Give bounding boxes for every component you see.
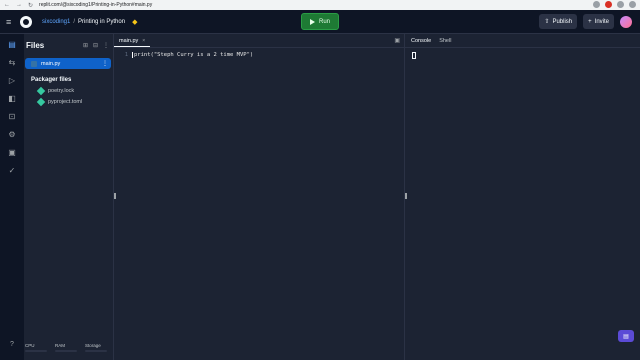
package-file-icon — [36, 97, 46, 107]
files-actions: ⊞ ⊟ ⋮ — [83, 42, 109, 49]
split-pane-icon[interactable]: ▣ — [394, 37, 400, 44]
new-folder-icon[interactable]: ⊟ — [93, 42, 98, 49]
check-icon[interactable]: ✓ — [7, 166, 17, 176]
cpu-bar — [25, 350, 47, 352]
reload-icon[interactable]: ↻ — [28, 2, 33, 9]
help-icon[interactable]: ? — [10, 341, 14, 348]
files-icon[interactable]: ▤ — [7, 40, 17, 50]
file-name: pyproject.toml — [48, 99, 83, 105]
resource-usage[interactable]: CPU RAM Storage ^ — [25, 343, 118, 352]
cpu-meter: CPU — [25, 343, 47, 352]
extension-icon[interactable] — [593, 1, 600, 8]
packages-icon[interactable]: ◧ — [7, 94, 17, 104]
console-cursor[interactable] — [412, 52, 416, 59]
python-icon: ◆ — [132, 18, 138, 26]
resize-handle[interactable] — [114, 193, 116, 199]
play-icon — [309, 18, 315, 25]
files-panel: Files ⊞ ⊟ ⋮ main.py ⋮ Packager files poe… — [24, 34, 118, 360]
avatar[interactable] — [620, 15, 632, 28]
extension-icon[interactable] — [617, 1, 624, 8]
publish-icon: ⇧ — [544, 19, 550, 25]
cpu-label: CPU — [25, 343, 35, 348]
settings-icon[interactable]: ⚙ — [7, 130, 17, 140]
workspace-header: ≡ sixcoding1 / Printing in Python ◆ Run … — [0, 10, 640, 34]
header-actions: ⇧ Publish + Invite — [539, 14, 632, 29]
file-item-poetry-lock[interactable]: poetry.lock — [24, 86, 113, 96]
project-title[interactable]: Printing in Python — [78, 19, 125, 25]
code-area[interactable]: 1 print("Steph Curry is a 2 time MVP") — [114, 48, 404, 58]
files-header: Files ⊞ ⊟ ⋮ — [24, 34, 113, 56]
tool-rail: ▤ ⇆ ▷ ◧ ⊡ ⚙ ▣ ✓ ? — [0, 34, 24, 360]
close-icon[interactable]: × — [142, 38, 145, 44]
storage-meter: Storage — [85, 343, 107, 352]
file-name: main.py — [41, 60, 61, 67]
ram-meter: RAM — [55, 343, 77, 352]
invite-button[interactable]: + Invite — [583, 14, 614, 29]
more-icon[interactable]: ⋮ — [103, 42, 109, 49]
file-item-main-py[interactable]: main.py ⋮ — [25, 58, 111, 69]
extension-icon[interactable] — [605, 1, 612, 8]
file-menu-icon[interactable]: ⋮ — [102, 60, 108, 67]
file-name: poetry.lock — [48, 88, 75, 94]
console-pane: Console Shell ▤ — [405, 34, 640, 360]
package-file-icon — [36, 86, 46, 96]
console-tabs: Console Shell — [405, 34, 640, 48]
replit-logo[interactable] — [20, 15, 32, 28]
debugger-icon[interactable]: ▷ — [7, 76, 17, 86]
publish-label: Publish — [552, 18, 573, 25]
tab-shell[interactable]: Shell — [439, 38, 451, 44]
back-icon[interactable]: ← — [4, 2, 10, 8]
python-file-icon — [31, 60, 37, 67]
hamburger-icon[interactable]: ≡ — [6, 17, 16, 27]
storage-bar — [85, 350, 107, 352]
database-icon[interactable]: ▣ — [7, 148, 17, 158]
editor-tabs: main.py × ▣ — [114, 34, 404, 48]
breadcrumb-separator: / — [73, 18, 76, 25]
browser-address-bar: ← → ↻ replit.com/@sixcoding1/Printing-in… — [0, 0, 640, 10]
code-editor: main.py × ▣ 1 print("Steph Curry is a 2 … — [114, 34, 405, 360]
breadcrumb: sixcoding1 / Printing in Python ◆ — [42, 18, 137, 26]
publish-button[interactable]: ⇧ Publish — [539, 14, 578, 29]
files-title: Files — [26, 40, 45, 50]
breadcrumb-user[interactable]: sixcoding1 — [42, 19, 70, 25]
tab-console[interactable]: Console — [411, 38, 431, 44]
add-user-icon: + — [588, 18, 592, 25]
browser-extensions — [593, 1, 636, 8]
packager-files-title: Packager files — [31, 77, 72, 83]
ram-bar — [55, 350, 77, 352]
tab-label: main.py — [119, 37, 139, 44]
run-label: Run — [318, 18, 330, 25]
run-button[interactable]: Run — [301, 13, 339, 30]
resize-handle[interactable] — [405, 193, 407, 199]
chat-icon[interactable]: ▤ — [618, 330, 634, 342]
code-line[interactable]: print("Steph Curry is a 2 time MVP") — [132, 52, 253, 58]
lock-icon[interactable]: ⊡ — [7, 112, 17, 122]
browser-url[interactable]: replit.com/@sixcoding1/Printing-in-Pytho… — [39, 2, 152, 8]
invite-label: Invite — [594, 18, 609, 25]
forward-icon[interactable]: → — [16, 2, 22, 8]
profile-icon[interactable] — [629, 1, 636, 8]
ram-label: RAM — [55, 343, 65, 348]
line-number: 1 — [124, 52, 128, 58]
new-file-icon[interactable]: ⊞ — [83, 42, 88, 49]
file-item-pyproject-toml[interactable]: pyproject.toml — [24, 97, 113, 107]
storage-label: Storage — [85, 343, 101, 348]
tab-main-py[interactable]: main.py × — [114, 35, 151, 47]
share-icon[interactable]: ⇆ — [7, 58, 17, 68]
